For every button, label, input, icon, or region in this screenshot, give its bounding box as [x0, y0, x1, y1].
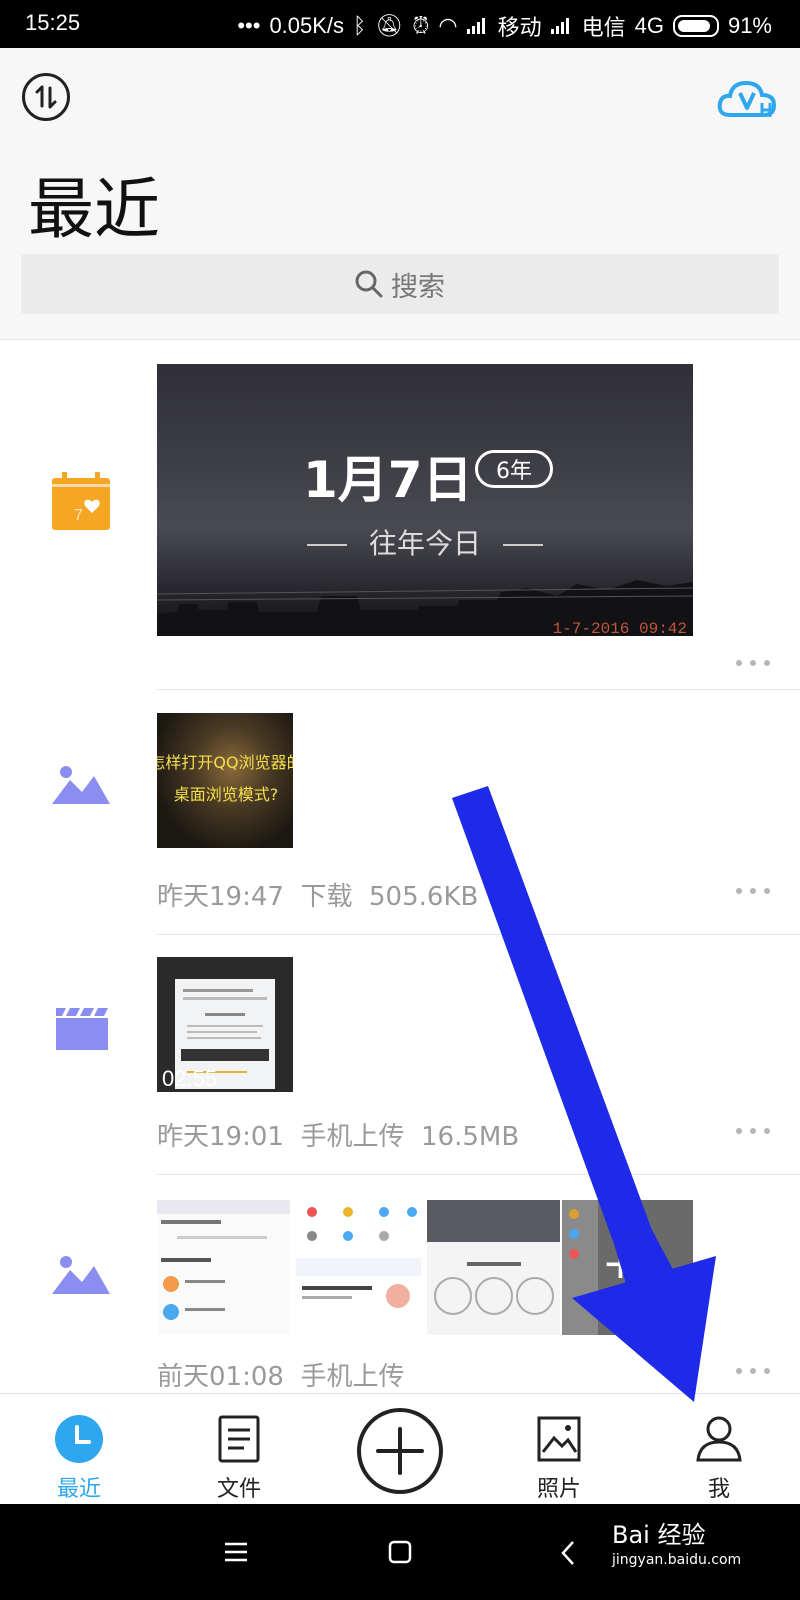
bottom-nav: 最近 文件 照片 我: [0, 1393, 800, 1505]
calendar-icon: 7: [52, 472, 110, 530]
wifi-icon: ◠: [438, 13, 458, 38]
more-options-icon[interactable]: [736, 660, 770, 668]
more-count: +3: [602, 1238, 667, 1289]
video-thumbnail[interactable]: 02:55: [157, 957, 293, 1092]
years-badge: 6年: [475, 450, 553, 488]
item-time: 昨天19:01: [157, 1122, 284, 1152]
divider: [157, 1174, 800, 1175]
status-indicators: ••• 0.05K/s ᛒ 🔕︎ ⏰︎ ◠ 移动 电信 4G 91%: [237, 10, 772, 42]
transfer-icon[interactable]: [22, 73, 70, 121]
item-source: 下载: [300, 882, 353, 912]
add-icon[interactable]: [356, 1407, 444, 1495]
screenshot-preview: [296, 1207, 421, 1308]
battery-level: 91%: [727, 13, 772, 38]
tab-photos[interactable]: 照片: [499, 1394, 619, 1505]
item-size: 505.6KB: [369, 882, 479, 912]
image-thumbnail[interactable]: [292, 1200, 425, 1335]
tab-label: 我: [707, 1477, 730, 1502]
svg-text:7: 7: [74, 507, 83, 524]
image-icon: [52, 766, 110, 804]
video-duration: 02:55: [162, 1066, 218, 1091]
user-icon: [696, 1416, 742, 1462]
image-thumbnail[interactable]: 怎样打开QQ浏览器的 桌面浏览模式?: [157, 713, 293, 848]
network-type: 4G: [634, 13, 664, 38]
divider: [157, 689, 800, 690]
thumbnail-caption: 怎样打开QQ浏览器的: [157, 753, 293, 772]
network-speed: 0.05K/s: [269, 13, 345, 38]
item-time: 昨天19:47: [157, 882, 284, 912]
item-meta: 前天01:08 手机上传: [157, 1356, 404, 1393]
signal-icon: [466, 18, 489, 34]
cloud-vip-icon[interactable]: [716, 77, 778, 121]
tab-label: 最近: [56, 1477, 101, 1502]
image-thumbnail[interactable]: [427, 1200, 560, 1335]
search-input[interactable]: 搜索: [21, 254, 779, 314]
photo-icon: [537, 1416, 581, 1462]
mute-icon: 🔕︎: [375, 13, 404, 38]
alarm-icon: ⏰︎: [412, 13, 430, 38]
memory-subtitle: 往年今日: [157, 522, 693, 562]
carrier-1: 移动: [497, 15, 542, 40]
battery-icon: [672, 15, 719, 37]
carrier-2: 电信: [581, 15, 626, 40]
video-icon: [56, 1008, 108, 1050]
screenshot-preview: [157, 1200, 290, 1320]
item-meta: 昨天19:47 下载 505.6KB: [157, 876, 478, 913]
thumbnail-caption: 桌面浏览模式?: [173, 785, 279, 804]
search-placeholder: 搜索: [391, 271, 445, 303]
more-options-icon[interactable]: [736, 1368, 770, 1376]
item-time: 前天01:08: [157, 1362, 284, 1392]
more-options-icon[interactable]: [736, 888, 770, 896]
memory-date: 1月7日: [303, 451, 473, 509]
menu-icon[interactable]: [224, 1540, 248, 1564]
back-icon[interactable]: [560, 1540, 576, 1566]
image-thumbnail[interactable]: +3: [562, 1200, 693, 1335]
item-size: 16.5MB: [421, 1122, 520, 1152]
tab-label: 照片: [536, 1477, 581, 1502]
more-dots-icon: •••: [237, 13, 261, 38]
image-thumbnail[interactable]: [157, 1200, 290, 1335]
status-time: 15:25: [25, 10, 81, 35]
signal-icon: [550, 18, 573, 34]
photo-timestamp: 1-7-2016 09:42: [552, 620, 687, 636]
tab-recent[interactable]: 最近: [19, 1394, 139, 1505]
image-icon: [52, 1256, 110, 1294]
page-title: 最近: [28, 171, 160, 248]
search-icon: [355, 270, 383, 298]
home-icon[interactable]: [388, 1540, 412, 1564]
document-icon: [218, 1415, 260, 1463]
item-source: 手机上传: [300, 1362, 405, 1392]
watermark-brand: Bai 经验: [612, 1521, 706, 1549]
status-bar: 15:25 ••• 0.05K/s ᛒ 🔕︎ ⏰︎ ◠ 移动 电信 4G 91%: [0, 0, 800, 48]
divider: [157, 934, 800, 935]
item-meta: 昨天19:01 手机上传 16.5MB: [157, 1116, 519, 1153]
screenshot-preview: [427, 1200, 560, 1315]
bluetooth-icon: ᛒ: [353, 13, 367, 38]
baidu-jingyan-watermark: Bai 经验 jingyan.baidu.com: [612, 1515, 741, 1568]
watermark-url: jingyan.baidu.com: [612, 1552, 742, 1568]
tab-me[interactable]: 我: [659, 1394, 779, 1505]
tab-files[interactable]: 文件: [179, 1394, 299, 1505]
more-options-icon[interactable]: [736, 1128, 770, 1136]
item-source: 手机上传: [300, 1122, 405, 1152]
memory-card[interactable]: 1月7日 6年 往年今日 1-7-2016 09:42: [157, 364, 693, 636]
clock-icon: [55, 1415, 103, 1463]
app-header: 最近 搜索: [0, 48, 800, 340]
tab-label: 文件: [216, 1477, 261, 1502]
recent-feed[interactable]: 7 1月7日 6年 往年今日 1-7-2016 09:42 怎样打开QQ浏览器的…: [0, 340, 800, 1393]
